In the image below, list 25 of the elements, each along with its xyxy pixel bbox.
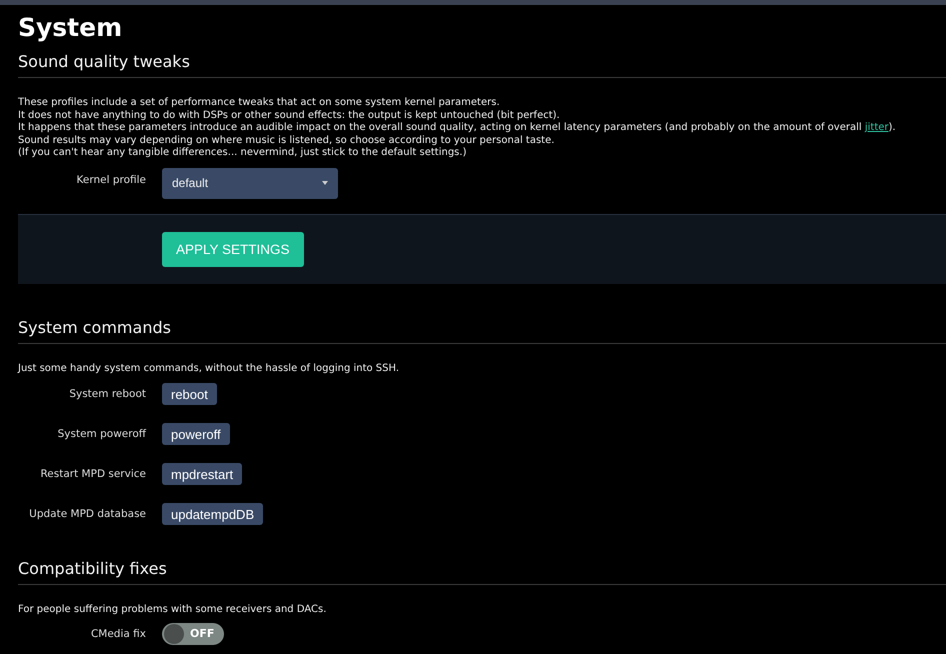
- command-label: System poweroff: [56, 428, 146, 440]
- command-button[interactable]: reboot: [162, 383, 217, 405]
- description-text: Sound results may vary depending on where music is listened, so choose according to your personal taste.: [18, 134, 556, 147]
- jitter-link[interactable]: jitter: [864, 122, 889, 133]
- command-button[interactable]: mpdrestart: [162, 463, 242, 485]
- command-button[interactable]: updatempdDB: [162, 503, 264, 525]
- description-text: Just some handy system commands, without the hassle of logging into SSH.: [18, 362, 400, 375]
- command-label: Update MPD database: [28, 508, 146, 520]
- description-text: These profiles include a set of performance tweaks that act on some system kernel parameters.: [18, 97, 501, 110]
- caret-icon: [322, 181, 328, 185]
- description-text: (If you can't hear any tangible differences... nevermind, just stick to the default settings.): [18, 147, 468, 160]
- command-button[interactable]: poweroff: [162, 423, 230, 445]
- toggle-switch[interactable]: OFF: [162, 622, 224, 644]
- profile-select[interactable]: default: [162, 168, 338, 198]
- section-title: System commands: [18, 318, 946, 344]
- command-label: Restart MPD service: [39, 468, 146, 480]
- section-title: Compatibility fixes: [18, 559, 946, 585]
- command-label: System reboot: [68, 388, 146, 400]
- field-label: Kernel profile: [76, 174, 146, 186]
- toggle-label: CMedia fix: [90, 628, 146, 640]
- section-title: Sound quality tweaks: [18, 52, 946, 78]
- description-text: It does not have anything to do with DSPs or other sound effects: the output is kept untouched (bit perfect).: [18, 110, 561, 122]
- page-title: System: [18, 13, 124, 43]
- description-text: It happens that these parameters introduce an audible impact on the overall sound quality, acting on kernel latency parameters (and probably on the amount of overall jitter).: [18, 122, 897, 134]
- description-text: For people suffering problems with some receivers and DACs.: [18, 604, 328, 616]
